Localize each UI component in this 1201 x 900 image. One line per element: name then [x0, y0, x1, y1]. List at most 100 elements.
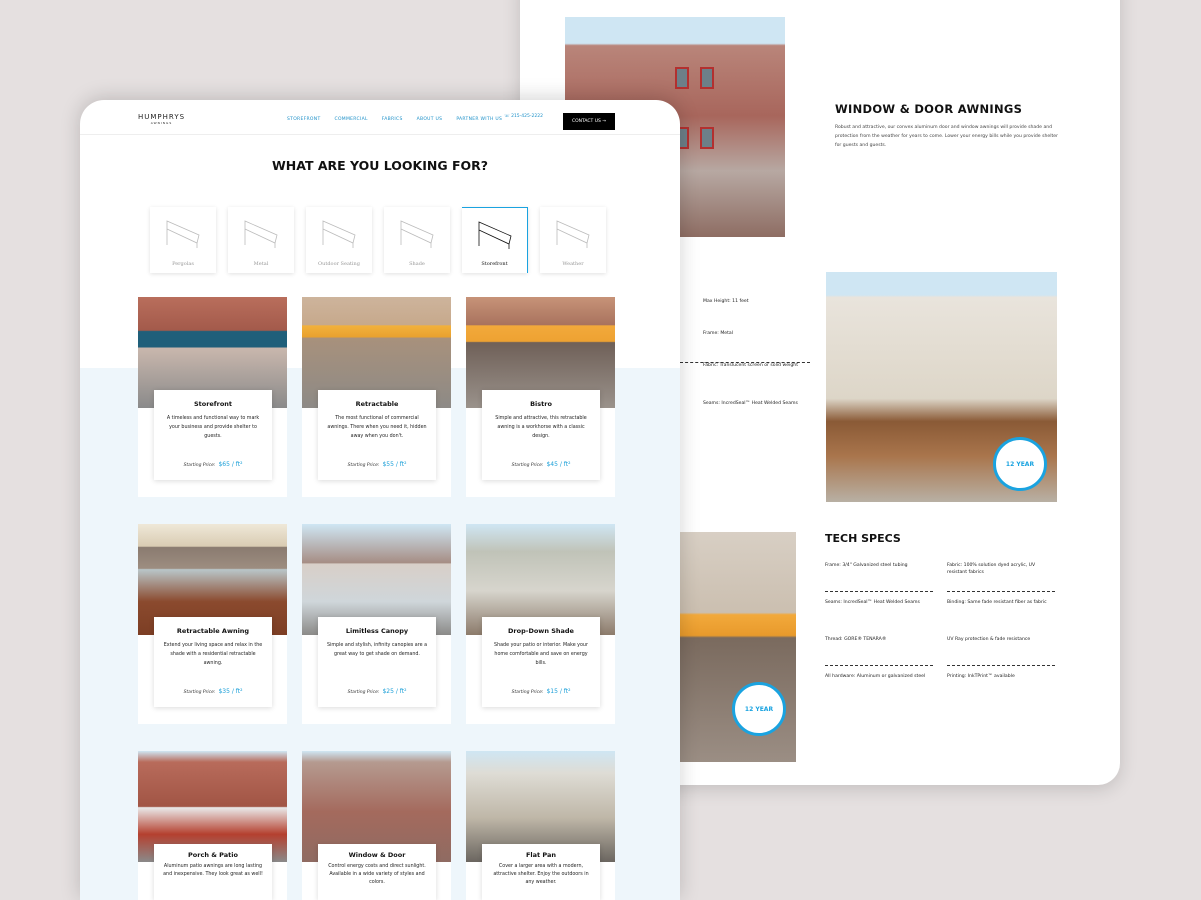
price-label: Starting Price: [347, 690, 380, 695]
phone-number: 215-425-2222 [511, 114, 543, 119]
product-title[interactable]: Limitless Canopy [326, 627, 428, 635]
product-card[interactable]: Window & Door Control energy costs and di… [302, 751, 451, 900]
tech-spec-item: Frame: 3/4" Galvanized steel tubing [825, 563, 908, 568]
starting-price: Starting Price: $15 / ft² [482, 688, 600, 695]
category-tiles: Pergolas Metal Outdoor Seating Shade Storefr… [150, 207, 606, 273]
tech-spec-item: Thread: GORE® TENARA® [825, 637, 887, 642]
starting-price: Starting Price: $35 / ft² [154, 688, 272, 695]
price-value: $25 / ft² [382, 688, 407, 695]
contact-button[interactable]: CONTACT US → [563, 113, 615, 130]
price-label: Starting Price: [183, 463, 216, 468]
category-tile-weather[interactable]: Weather [540, 207, 606, 273]
nav-link-about-us[interactable]: ABOUT US [417, 117, 443, 122]
awning-type-icon [322, 220, 356, 248]
tech-spec-item: UV Ray protection & fade resistance [947, 637, 1031, 642]
price-value: $35 / ft² [218, 688, 243, 695]
product-info: Porch & Patio Aluminum patio awnings are … [154, 844, 272, 900]
product-title[interactable]: Flat Pan [490, 851, 592, 859]
awning-type-icon [166, 220, 200, 248]
price-value: $65 / ft² [218, 461, 243, 468]
category-tile-label: Pergolas [172, 261, 194, 267]
product-title[interactable]: Storefront [162, 400, 264, 408]
product-card[interactable]: Storefront A timeless and functional way … [138, 297, 287, 497]
section-title: WINDOW & DOOR AWNINGS [835, 102, 1023, 116]
price-label: Starting Price: [511, 463, 544, 468]
spec-item: Seams: IncredSeal™ Heat Welded Seams [703, 401, 798, 406]
nav-link-fabrics[interactable]: FABRICS [382, 117, 403, 122]
logo[interactable]: HUMPHRYS AWNINGS [138, 113, 185, 125]
divider [680, 362, 810, 363]
starting-price: Starting Price: $25 / ft² [318, 688, 436, 695]
product-description: Control energy costs and direct sunlight… [328, 864, 426, 885]
site-header: HUMPHRYS AWNINGS STOREFRONT COMMERCIAL FABR… [80, 100, 680, 135]
product-info: Window & Door Control energy costs and di… [318, 844, 436, 900]
window [675, 67, 689, 89]
drop-down-shade-photo: 12 YEAR [826, 272, 1057, 502]
product-card[interactable]: Drop-Down Shade Shade your patio or inter… [466, 524, 615, 724]
product-info: Drop-Down Shade Shade your patio or inter… [482, 617, 600, 707]
product-description: Simple and attractive, this retractable … [495, 416, 587, 439]
warranty-badge-2: 12 YEAR [732, 682, 786, 736]
window [700, 67, 714, 89]
price-value: $15 / ft² [546, 688, 571, 695]
product-card[interactable]: Retractable Awning Extend your living spa… [138, 524, 287, 724]
tech-spec-item: All hardware: Aluminum or galvanized ste… [825, 674, 926, 679]
category-tile-outdoor-seating[interactable]: Outdoor Seating [306, 207, 372, 273]
product-card[interactable]: Flat Pan Cover a larger area with a moder… [466, 751, 615, 900]
price-label: Starting Price: [347, 463, 380, 468]
product-title[interactable]: Bistro [490, 400, 592, 408]
awning-type-icon [478, 221, 512, 249]
product-card[interactable]: Bistro Simple and attractive, this retrac… [466, 297, 615, 497]
awning-type-icon [244, 220, 278, 248]
category-tile-label: Metal [253, 261, 269, 267]
spec-item: Frame: Metal [703, 331, 734, 336]
product-title[interactable]: Retractable [326, 400, 428, 408]
starting-price: Starting Price: $55 / ft² [318, 461, 436, 468]
tech-spec-item: Binding: Same fade resistant fiber as fa… [947, 600, 1047, 605]
tech-spec-item: Seams: IncredSeal™ Heat Welded Seams [825, 600, 920, 605]
product-description: A timeless and functional way to mark yo… [166, 416, 260, 439]
nav-link-commercial[interactable]: COMMERCIAL [335, 117, 368, 122]
product-info: Limitless Canopy Simple and stylish, infi… [318, 617, 436, 707]
nav-link-partner-with-us[interactable]: PARTNER WITH US [456, 117, 502, 122]
tech-spec-item: Printing: InkTPrint™ available [947, 674, 1015, 679]
category-tile-shade[interactable]: Shade [384, 207, 450, 273]
phone-icon: ☏ [504, 114, 510, 119]
category-tile-pergolas[interactable]: Pergolas [150, 207, 216, 273]
product-description: The most functional of commercial awning… [327, 416, 427, 439]
divider [825, 665, 933, 666]
product-description: Cover a larger area with a modern, attra… [493, 864, 589, 885]
category-tile-label: Storefront [481, 261, 508, 267]
product-title[interactable]: Drop-Down Shade [490, 627, 592, 635]
window [700, 127, 714, 149]
product-card[interactable]: Limitless Canopy Simple and stylish, infi… [302, 524, 451, 724]
product-title[interactable]: Retractable Awning [162, 627, 264, 635]
nav-link-storefront[interactable]: STOREFRONT [287, 117, 321, 122]
bistro-awning-photo: 12 YEAR [680, 532, 796, 762]
awning-type-icon [400, 220, 434, 248]
product-description: Simple and stylish, infinity canopies ar… [326, 643, 428, 657]
logo-name: HUMPHRYS [138, 113, 186, 121]
product-title[interactable]: Window & Door [326, 851, 428, 859]
divider [947, 665, 1055, 666]
main-nav: STOREFRONT COMMERCIAL FABRICS ABOUT US PARTN… [287, 117, 502, 122]
category-tile-storefront[interactable]: Storefront [462, 207, 528, 273]
page-heading: WHAT ARE YOU LOOKING FOR? [272, 158, 488, 173]
section-description: Robust and attractive, our convex alumin… [835, 125, 1058, 148]
logo-subtitle: AWNINGS [150, 121, 173, 125]
category-tile-label: Outdoor Seating [318, 261, 360, 267]
price-label: Starting Price: [511, 690, 544, 695]
price-label: Starting Price: [183, 690, 216, 695]
awning-type-icon [556, 220, 590, 248]
tech-specs-title: TECH SPECS [825, 532, 901, 545]
product-title[interactable]: Porch & Patio [162, 851, 264, 859]
product-card[interactable]: Retractable The most functional of commer… [302, 297, 451, 497]
warranty-badge: 12 YEAR [993, 437, 1047, 491]
divider [825, 591, 933, 592]
product-card[interactable]: Porch & Patio Aluminum patio awnings are … [138, 751, 287, 900]
category-tile-label: Shade [409, 261, 425, 267]
category-tile-label: Weather [562, 261, 584, 267]
product-info: Flat Pan Cover a larger area with a moder… [482, 844, 600, 900]
category-tile-metal[interactable]: Metal [228, 207, 294, 273]
phone-link[interactable]: ☏ 215-425-2222 [504, 114, 543, 119]
